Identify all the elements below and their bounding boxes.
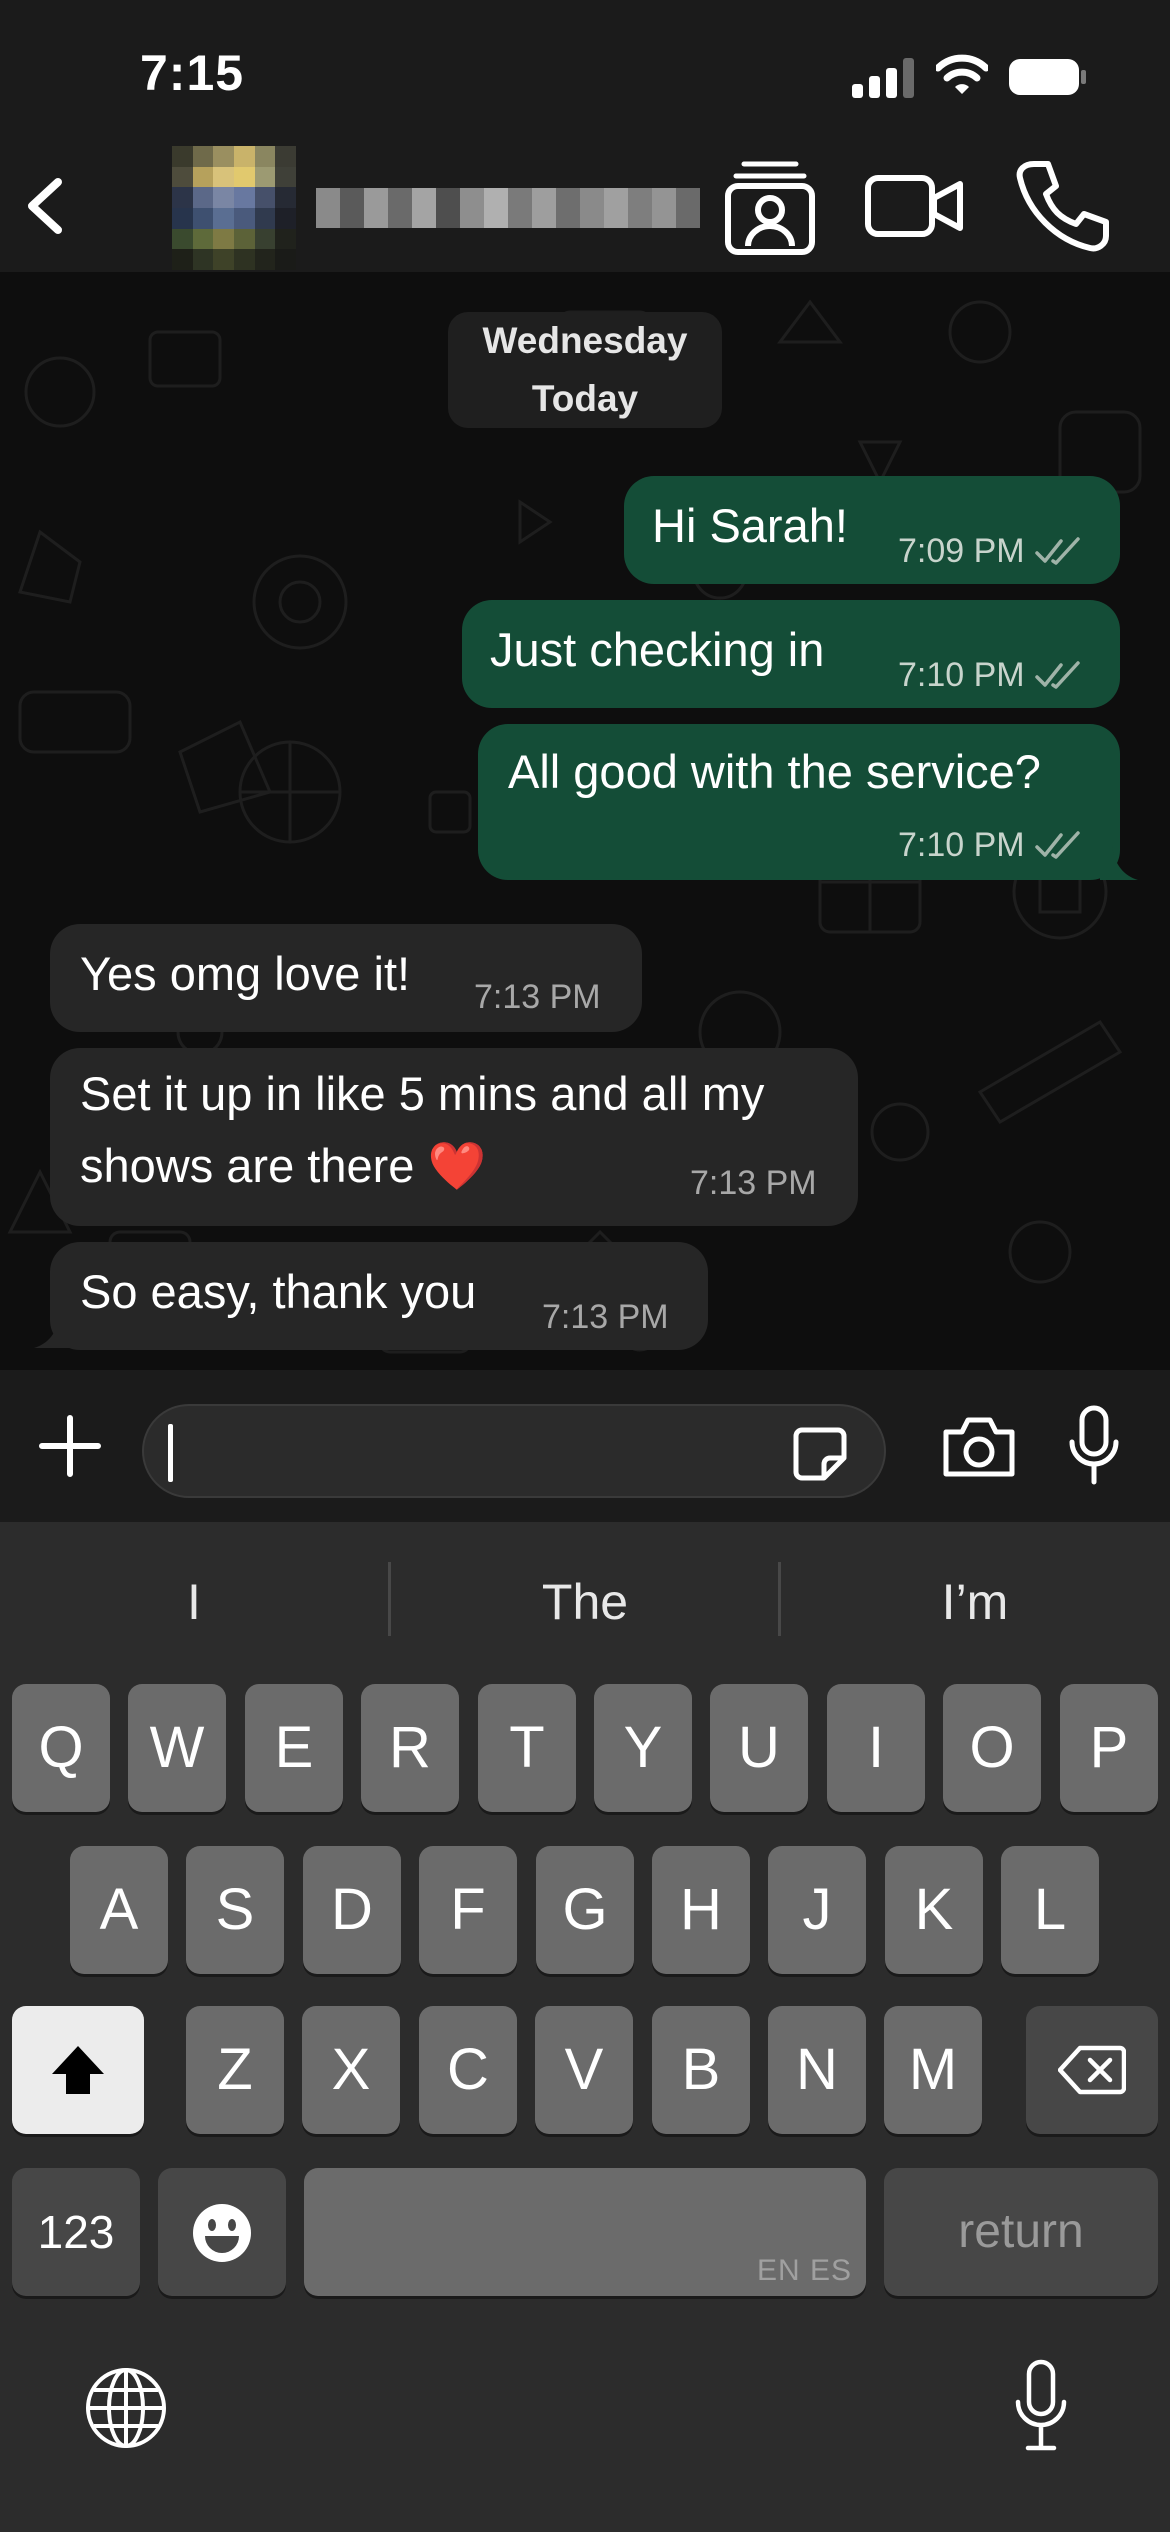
return-key-label: return: [958, 2205, 1084, 2258]
message-time: 7:13 PM: [690, 1164, 817, 1202]
microphone-icon[interactable]: [1064, 1404, 1124, 1488]
bubble-tail: [1100, 846, 1138, 880]
key-n[interactable]: N: [768, 2006, 866, 2134]
key-v[interactable]: V: [535, 2006, 633, 2134]
key-s[interactable]: S: [186, 1846, 284, 1974]
double-check-icon: [1034, 830, 1080, 859]
chat-area[interactable]: Wednesday Today Hi Sarah! 7:09 PM Just c…: [0, 272, 1170, 1370]
message-time: 7:10 PM: [898, 826, 1025, 864]
key-j[interactable]: J: [768, 1846, 866, 1974]
suggestion-2[interactable]: The: [391, 1562, 779, 1642]
key-u[interactable]: U: [710, 1684, 808, 1812]
message-time: 7:10 PM: [898, 656, 1025, 694]
message-outgoing[interactable]: All good with the service? 7:10 PM: [478, 724, 1120, 880]
message-time: 7:09 PM: [898, 532, 1025, 570]
shift-key[interactable]: [12, 2006, 144, 2134]
text-cursor: [168, 1424, 173, 1482]
message-input[interactable]: [142, 1404, 886, 1498]
battery-icon: [1009, 59, 1086, 95]
message-text: Yes omg love it!: [80, 947, 411, 1000]
key-b[interactable]: B: [652, 2006, 750, 2134]
key-r[interactable]: R: [361, 1684, 459, 1812]
video-camera-icon[interactable]: [862, 154, 966, 258]
contact-name-pixelated[interactable]: [316, 188, 700, 228]
key-m[interactable]: M: [884, 2006, 982, 2134]
contact-card-icon[interactable]: [720, 154, 820, 258]
date-chip-day: Wednesday: [482, 320, 688, 361]
keyboard: I The I’m QWERTYUIOPASDFGHJKLZXCVBNM 123…: [0, 1522, 1170, 2532]
key-g[interactable]: G: [536, 1846, 634, 1974]
emoji-icon: [193, 2204, 251, 2262]
key-p[interactable]: P: [1060, 1684, 1158, 1812]
camera-icon[interactable]: [940, 1410, 1018, 1484]
key-c[interactable]: C: [419, 2006, 517, 2134]
key-o[interactable]: O: [943, 1684, 1041, 1812]
space-key[interactable]: EN ES: [304, 2168, 866, 2296]
key-d[interactable]: D: [303, 1846, 401, 1974]
key-i[interactable]: I: [827, 1684, 925, 1812]
key-y[interactable]: Y: [594, 1684, 692, 1812]
suggestion-bar: I The I’m: [0, 1522, 1170, 1674]
numbers-key-label: 123: [37, 2206, 115, 2258]
emoji-key[interactable]: [158, 2168, 286, 2296]
phone-icon[interactable]: [1010, 154, 1114, 258]
message-text: Hi Sarah!: [652, 499, 848, 552]
globe-icon[interactable]: [84, 2366, 168, 2450]
key-h[interactable]: H: [652, 1846, 750, 1974]
backspace-icon: [1057, 2045, 1127, 2095]
backspace-key[interactable]: [1026, 2006, 1158, 2134]
message-time: 7:13 PM: [474, 978, 601, 1016]
key-k[interactable]: K: [885, 1846, 983, 1974]
key-a[interactable]: A: [70, 1846, 168, 1974]
message-incoming[interactable]: Yes omg love it! 7:13 PM: [50, 924, 642, 1032]
return-key[interactable]: return: [884, 2168, 1158, 2296]
message-outgoing[interactable]: Hi Sarah! 7:09 PM: [624, 476, 1120, 584]
message-outgoing[interactable]: Just checking in 7:10 PM: [462, 600, 1120, 708]
date-chip: Wednesday Today: [448, 312, 722, 428]
key-z[interactable]: Z: [186, 2006, 284, 2134]
chat-header: [0, 140, 1170, 272]
key-l[interactable]: L: [1001, 1846, 1099, 1974]
message-incoming[interactable]: So easy, thank you 7:13 PM: [50, 1242, 708, 1350]
wifi-icon: [936, 54, 988, 94]
double-check-icon: [1034, 536, 1080, 565]
message-input-bar: [0, 1370, 1170, 1522]
suggestion-3[interactable]: I’m: [781, 1562, 1169, 1642]
cellular-signal-icon: [852, 58, 914, 98]
avatar[interactable]: [172, 146, 296, 270]
status-bar: 7:15: [0, 0, 1170, 140]
key-w[interactable]: W: [128, 1684, 226, 1812]
sticker-icon[interactable]: [792, 1426, 848, 1482]
double-check-icon: [1034, 660, 1080, 689]
bubble-tail: [34, 1314, 72, 1348]
dictation-mic-icon[interactable]: [1010, 2358, 1072, 2454]
space-languages: EN ES: [756, 2254, 852, 2287]
message-text: All good with the service?: [508, 745, 1041, 798]
message-text: Just checking in: [490, 623, 825, 676]
date-chip-label: Today: [531, 378, 639, 419]
key-f[interactable]: F: [419, 1846, 517, 1974]
key-t[interactable]: T: [478, 1684, 576, 1812]
status-time: 7:15: [140, 45, 245, 101]
key-e[interactable]: E: [245, 1684, 343, 1812]
message-incoming[interactable]: Set it up in like 5 mins and all my show…: [50, 1048, 858, 1226]
suggestion-1[interactable]: I: [0, 1562, 388, 1642]
key-x[interactable]: X: [302, 2006, 400, 2134]
chevron-left-icon[interactable]: [18, 170, 78, 242]
message-text: So easy, thank you: [80, 1265, 477, 1318]
plus-icon[interactable]: [38, 1414, 102, 1478]
numbers-key[interactable]: 123: [12, 2168, 140, 2296]
key-q[interactable]: Q: [12, 1684, 110, 1812]
shift-icon: [52, 2046, 104, 2094]
message-time: 7:13 PM: [542, 1298, 669, 1336]
